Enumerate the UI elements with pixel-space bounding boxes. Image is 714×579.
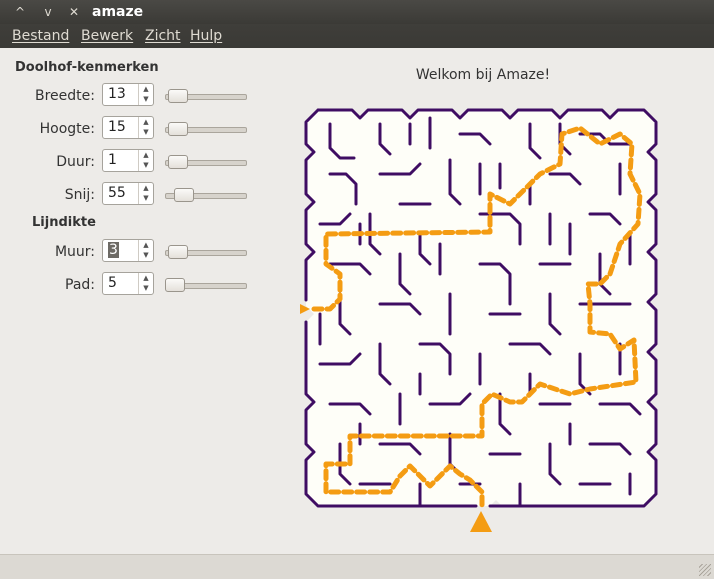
spin-down-icon[interactable]: ▼ (138, 160, 153, 171)
resize-grip-icon[interactable] (699, 564, 711, 576)
cut-spinner[interactable]: 55 ▲ ▼ (102, 182, 154, 205)
height-value: 15 (108, 119, 126, 135)
slider-knob[interactable] (174, 188, 195, 202)
path-label: Pad: (65, 277, 95, 293)
path-value: 5 (108, 275, 117, 291)
height-slider[interactable] (165, 122, 247, 136)
duration-spinner[interactable]: 1 ▲ ▼ (102, 149, 154, 172)
height-label: Hoogte: (39, 121, 95, 137)
exit-arrow-icon (470, 511, 492, 532)
welcome-text: Welkom bij Amaze! (415, 67, 551, 83)
wall-label: Muur: (54, 244, 95, 260)
path-slider[interactable] (165, 278, 247, 292)
wall-value: 3 (108, 242, 119, 258)
status-bar (0, 554, 714, 579)
spin-down-icon[interactable]: ▼ (138, 283, 153, 294)
slider-knob[interactable] (168, 89, 189, 103)
window-title: amaze (92, 4, 144, 20)
menu-bewerk[interactable]: Bewerk (81, 27, 133, 45)
duration-slider[interactable] (165, 155, 247, 169)
menu-hulp[interactable]: Hulp (190, 27, 222, 45)
menu-bar: Bestand Bewerk Zicht Hulp (0, 24, 714, 48)
cut-slider[interactable] (165, 188, 247, 202)
cut-label: Snij: (64, 187, 95, 203)
cut-value: 55 (108, 185, 126, 201)
maximize-button[interactable]: v (38, 3, 58, 21)
title-bar: ^ v ✕ amaze (0, 0, 714, 24)
slider-knob[interactable] (168, 155, 189, 169)
slider-knob[interactable] (168, 245, 189, 259)
duration-value: 1 (108, 152, 117, 168)
menu-bestand[interactable]: Bestand (12, 27, 69, 45)
spin-down-icon[interactable]: ▼ (138, 127, 153, 138)
wall-slider[interactable] (165, 245, 247, 259)
width-slider[interactable] (165, 89, 247, 103)
slider-knob[interactable] (168, 122, 189, 136)
minimize-button[interactable]: ^ (10, 3, 30, 21)
path-spinner[interactable]: 5 ▲ ▼ (102, 272, 154, 295)
duration-label: Duur: (56, 154, 95, 170)
width-spinner[interactable]: 13 ▲ ▼ (102, 83, 154, 106)
width-value: 13 (108, 86, 126, 102)
spin-down-icon[interactable]: ▼ (138, 94, 153, 105)
close-button[interactable]: ✕ (64, 3, 84, 21)
width-label: Breedte: (35, 88, 95, 104)
maze-properties-heading: Doolhof-kenmerken (15, 60, 159, 75)
maze-canvas[interactable] (300, 104, 660, 534)
spin-down-icon[interactable]: ▼ (138, 193, 153, 204)
slider-knob[interactable] (165, 278, 185, 292)
menu-zicht[interactable]: Zicht (145, 27, 181, 45)
height-spinner[interactable]: 15 ▲ ▼ (102, 116, 154, 139)
spin-down-icon[interactable]: ▼ (138, 250, 153, 261)
line-width-heading: Lijndikte (32, 215, 96, 230)
wall-spinner[interactable]: 3 ▲ ▼ (102, 239, 154, 262)
